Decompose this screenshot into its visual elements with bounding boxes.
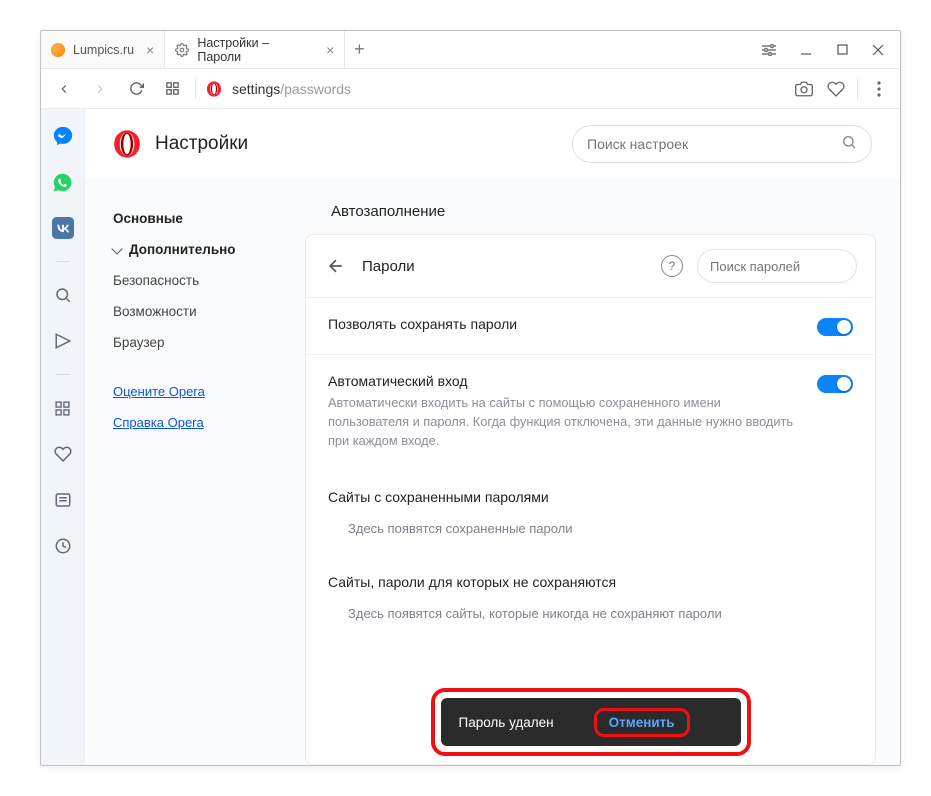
link-rate-opera[interactable]: Оцените Opera <box>113 376 293 407</box>
section-autofill-title: Автозаполнение <box>305 197 876 234</box>
speed-dial-icon[interactable] <box>159 76 185 102</box>
help-icon[interactable]: ? <box>661 255 683 277</box>
content-column: Настройки Основные Дополнительно Безопас… <box>85 109 900 765</box>
undo-button[interactable]: Отменить <box>599 711 685 734</box>
divider <box>195 79 196 99</box>
url-text: settings/passwords <box>232 81 351 97</box>
settings-header: Настройки <box>85 109 900 179</box>
window-close[interactable] <box>862 36 894 64</box>
address-right <box>793 78 890 100</box>
auto-login-title: Автоматический вход <box>328 373 801 389</box>
nav-forward[interactable] <box>87 76 113 102</box>
card-header: Пароли ? <box>306 235 875 297</box>
history-icon[interactable] <box>50 533 76 559</box>
row-auto-login: Автоматический вход Автоматически входит… <box>306 354 875 469</box>
vk-icon[interactable] <box>50 215 76 241</box>
auto-login-desc: Автоматически входить на сайты с помощью… <box>328 393 801 451</box>
browser-window: Lumpics.ru × Настройки – Пароли × + <box>40 30 901 766</box>
settings-side-nav: Основные Дополнительно Безопасность Возм… <box>85 179 305 765</box>
toast-password-deleted: Пароль удален Отменить <box>441 698 741 746</box>
new-tab-button[interactable]: + <box>345 31 373 68</box>
subcontent: Основные Дополнительно Безопасность Возм… <box>85 179 900 765</box>
chevron-down-icon <box>111 243 122 254</box>
nav-back[interactable] <box>51 76 77 102</box>
back-arrow-icon[interactable] <box>324 254 348 278</box>
tab-title: Lumpics.ru <box>73 43 134 57</box>
nav-browser[interactable]: Браузер <box>113 327 293 358</box>
extensions-icon[interactable] <box>50 395 76 421</box>
row-allow-save: Позволять сохранять пароли <box>306 297 875 354</box>
panel-wrap: Автозаполнение Пароли ? <box>305 179 900 765</box>
easy-setup-icon[interactable] <box>752 44 786 56</box>
url-field[interactable]: settings/passwords <box>206 81 783 97</box>
favicon-lumpics <box>51 43 65 57</box>
saved-sites-heading: Сайты с сохраненными паролями <box>306 469 875 513</box>
address-bar: settings/passwords <box>41 69 900 109</box>
opera-logo-icon <box>113 130 141 158</box>
link-help-opera[interactable]: Справка Opera <box>113 407 293 438</box>
heart-icon[interactable] <box>825 78 847 100</box>
window-minimize[interactable] <box>790 36 822 64</box>
settings-search[interactable] <box>572 125 872 163</box>
highlight-frame: Пароль удален Отменить <box>431 688 751 756</box>
close-tab-icon[interactable]: × <box>146 42 154 58</box>
window-maximize[interactable] <box>826 36 858 64</box>
card-title: Пароли <box>362 258 415 275</box>
password-search-input[interactable] <box>710 259 876 274</box>
highlight-undo: Отменить <box>594 708 690 737</box>
sidebar-rail <box>41 109 85 765</box>
settings-title: Настройки <box>155 133 248 155</box>
tab-settings[interactable]: Настройки – Пароли × <box>165 31 345 68</box>
never-save-heading: Сайты, пароли для которых не сохраняются <box>306 554 875 598</box>
nav-reload[interactable] <box>123 76 149 102</box>
opera-badge-icon <box>206 81 222 97</box>
snapshot-icon[interactable] <box>793 78 815 100</box>
password-search[interactable] <box>697 249 857 283</box>
rail-separator <box>56 261 70 262</box>
passwords-card: Пароли ? Позволять сохранять пароли <box>305 234 876 765</box>
whatsapp-icon[interactable] <box>50 169 76 195</box>
divider <box>857 79 858 99</box>
tab-title: Настройки – Пароли <box>197 36 314 64</box>
nav-security[interactable]: Безопасность <box>113 265 293 296</box>
news-list-icon[interactable] <box>50 487 76 513</box>
toggle-allow-save[interactable] <box>817 318 853 336</box>
toggle-auto-login[interactable] <box>817 375 853 393</box>
search-icon[interactable] <box>50 282 76 308</box>
toast-message: Пароль удален <box>459 715 554 730</box>
nav-advanced[interactable]: Дополнительно <box>113 234 293 265</box>
main: Настройки Основные Дополнительно Безопас… <box>41 109 900 765</box>
allow-save-label: Позволять сохранять пароли <box>328 316 801 332</box>
nav-basic[interactable]: Основные <box>113 203 293 234</box>
tab-strip: Lumpics.ru × Настройки – Пароли × + <box>41 31 752 68</box>
nav-advanced-label: Дополнительно <box>129 242 236 257</box>
messenger-icon[interactable] <box>50 123 76 149</box>
window-controls <box>752 31 900 68</box>
close-tab-icon[interactable]: × <box>326 42 334 58</box>
nav-features[interactable]: Возможности <box>113 296 293 327</box>
saved-sites-empty: Здесь появятся сохраненные пароли <box>306 513 875 554</box>
gear-icon <box>175 43 189 57</box>
settings-search-input[interactable] <box>587 136 841 152</box>
never-save-empty: Здесь появятся сайты, которые никогда не… <box>306 598 875 639</box>
bookmarks-heart-icon[interactable] <box>50 441 76 467</box>
kebab-menu-icon[interactable] <box>868 78 890 100</box>
titlebar: Lumpics.ru × Настройки – Пароли × + <box>41 31 900 69</box>
search-icon <box>841 134 857 155</box>
tab-lumpics[interactable]: Lumpics.ru × <box>41 31 165 68</box>
personal-news-icon[interactable] <box>50 328 76 354</box>
rail-separator <box>56 374 70 375</box>
